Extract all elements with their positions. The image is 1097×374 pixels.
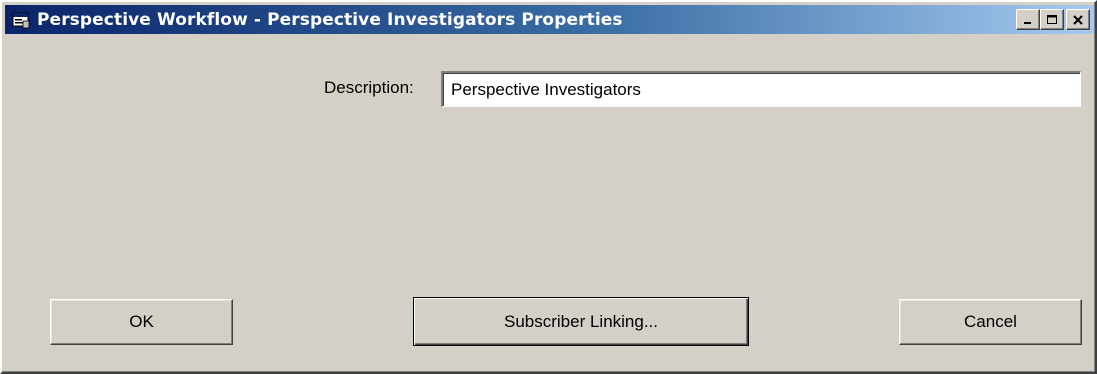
caption-buttons [1016, 9, 1090, 30]
window-title: Perspective Workflow - Perspective Inves… [37, 9, 623, 30]
title-bar[interactable]: Perspective Workflow - Perspective Inves… [5, 5, 1094, 34]
maximize-icon [1047, 14, 1057, 24]
subscriber-linking-button[interactable]: Subscriber Linking... [413, 297, 749, 346]
ok-button[interactable]: OK [50, 299, 233, 345]
app-window-icon[interactable] [11, 10, 31, 30]
close-icon [1073, 14, 1083, 25]
minimize-button[interactable] [1016, 9, 1040, 30]
cancel-button[interactable]: Cancel [899, 299, 1082, 345]
close-button[interactable] [1066, 9, 1090, 30]
maximize-button[interactable] [1040, 9, 1064, 30]
minimize-icon [1024, 21, 1031, 24]
description-label: Description: [324, 78, 414, 97]
properties-dialog: Perspective Workflow - Perspective Inves… [0, 0, 1097, 374]
description-input[interactable] [441, 71, 1081, 107]
